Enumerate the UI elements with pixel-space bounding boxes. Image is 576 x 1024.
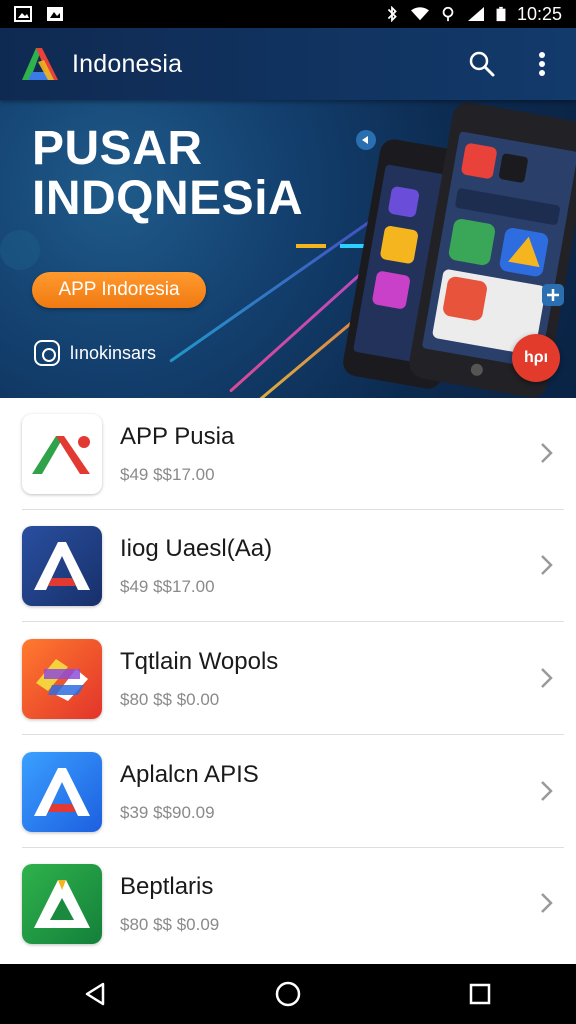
- divider: [22, 734, 564, 735]
- banner-title-line1: PUSAR: [32, 122, 203, 175]
- chevron-right-icon: [541, 893, 553, 913]
- chevron-right-icon: [541, 668, 553, 688]
- blue-a-icon: [22, 526, 102, 606]
- green-a-icon: [22, 864, 102, 944]
- more-vert-icon: [539, 52, 545, 76]
- home-icon: [275, 981, 301, 1007]
- app-name: Aplalcn APIS: [120, 761, 259, 788]
- banner-social[interactable]: lınokinsars: [34, 340, 156, 366]
- social-handle: lınokinsars: [70, 342, 157, 363]
- list-item[interactable]: APP Pusia $49 $$17.00: [0, 398, 576, 510]
- chevron-right-icon: [541, 781, 553, 801]
- app-name: Beptlaris: [120, 873, 214, 900]
- decorative-dash: [296, 244, 326, 248]
- chevron-right-icon: [541, 443, 553, 463]
- search-icon: [469, 51, 495, 77]
- navigation-bar: [0, 964, 576, 1024]
- home-button[interactable]: [268, 974, 308, 1014]
- app-list: APP Pusia $49 $$17.00 Iiog Uaesl(Aa) $49…: [0, 398, 576, 964]
- app-logo-icon: [22, 48, 58, 80]
- battery-icon: [496, 6, 506, 22]
- overflow-menu-button[interactable]: [526, 48, 558, 80]
- promo-badge[interactable]: hρı: [512, 334, 560, 382]
- wifi-icon: [410, 7, 429, 21]
- app-price: $49 $$17.00: [120, 577, 215, 596]
- orange-a-icon: [22, 639, 102, 719]
- gallery-icon: [14, 6, 32, 22]
- app-name: Iiog Uaesl(Aa): [120, 535, 273, 562]
- app-price: $80 $$ $0.09: [120, 915, 220, 934]
- instagram-icon: [34, 340, 60, 366]
- list-item[interactable]: Aplalcn APIS $39 $$90.09: [0, 736, 576, 848]
- app-name: Tqtlain Wopols: [120, 648, 279, 675]
- app-title: Indonesia: [72, 49, 183, 78]
- list-item[interactable]: Tqtlain Wopols $80 $$ $0.00: [0, 623, 576, 735]
- recents-icon: [469, 983, 491, 1005]
- search-button[interactable]: [466, 48, 498, 80]
- chevron-right-icon: [541, 555, 553, 575]
- app-name: APP Pusia: [120, 423, 235, 450]
- recents-button[interactable]: [460, 974, 500, 1014]
- decorative-circle: [0, 230, 40, 270]
- back-button[interactable]: [76, 974, 116, 1014]
- banner-title-line2: INDQNESiA: [32, 172, 304, 225]
- data-icon: [442, 6, 454, 22]
- status-time: 10:25: [516, 3, 562, 24]
- list-item[interactable]: Iiog Uaesl(Aa) $49 $$17.00: [0, 510, 576, 622]
- app-price: $49 $$17.00: [120, 465, 215, 484]
- status-bar: 10:25: [0, 0, 576, 28]
- banner-cta-button[interactable]: APP Indoresia: [32, 272, 206, 308]
- divider: [22, 621, 564, 622]
- app-price: $39 $$90.09: [120, 803, 215, 822]
- back-icon: [85, 982, 105, 1006]
- app-bar: Indonesia: [0, 28, 576, 100]
- bluetooth-icon: [387, 6, 397, 22]
- signal-icon: [467, 7, 484, 21]
- app-price: $80 $$ $0.00: [120, 690, 220, 709]
- red-green-a-icon: [22, 414, 102, 494]
- banner-title: PUSAR INDQNESiA: [32, 124, 303, 224]
- list-item[interactable]: Beptlaris $80 $$ $0.09: [0, 848, 576, 960]
- promo-banner[interactable]: PUSAR INDQNESiA APP Indoresia lınokinsar…: [0, 100, 576, 398]
- lightblue-a-icon: [22, 752, 102, 832]
- image-icon: [47, 7, 63, 21]
